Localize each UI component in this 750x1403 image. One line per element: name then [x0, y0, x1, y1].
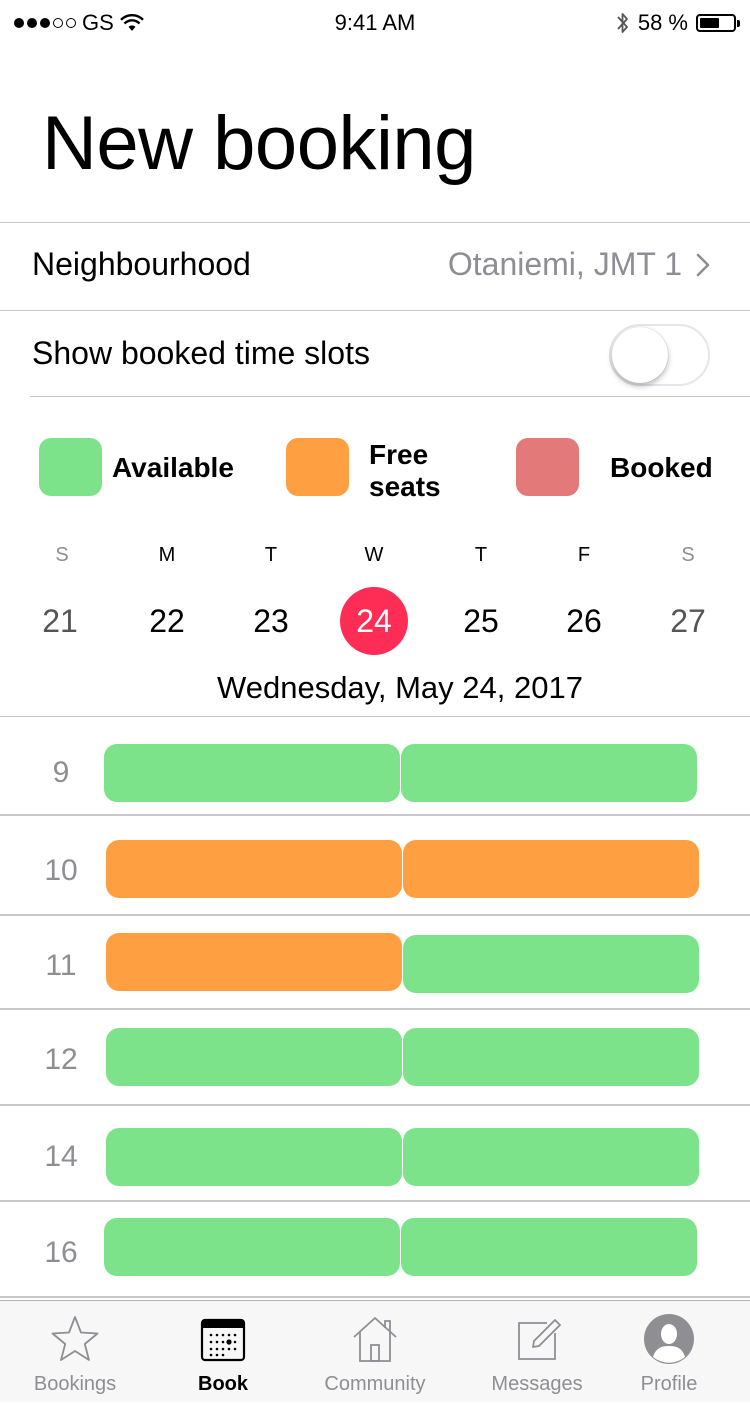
weekday-label: S	[55, 544, 69, 566]
time-slot-available[interactable]	[403, 1128, 699, 1186]
hour-label: 10	[44, 854, 78, 887]
day-number[interactable]: 26	[549, 603, 619, 640]
weekday-label: S	[681, 544, 695, 566]
selected-date-heading: Wednesday, May 24, 2017	[217, 670, 583, 705]
calendar-icon	[200, 1318, 246, 1362]
time-slot-available[interactable]	[104, 1218, 400, 1276]
battery-group: 58 %	[616, 10, 740, 36]
show-booked-toggle[interactable]	[609, 324, 710, 386]
selected-day[interactable]: 24	[339, 603, 409, 640]
divider	[0, 716, 750, 717]
neighbourhood-label: Neighbourhood	[32, 246, 251, 282]
weekday-label: T	[264, 544, 278, 566]
time-slot-available[interactable]	[401, 744, 697, 802]
day-number[interactable]: 21	[25, 603, 95, 640]
time-slot-free-seats[interactable]	[106, 840, 402, 898]
tab-bookings[interactable]: Bookings	[0, 1301, 150, 1403]
hour-label: 11	[45, 949, 77, 982]
hour-label: 14	[44, 1140, 78, 1173]
divider	[0, 310, 750, 311]
battery-percent: 58 %	[637, 10, 688, 35]
day-number[interactable]: 25	[446, 603, 516, 640]
time-slot-free-seats[interactable]	[403, 840, 699, 898]
weekday-label: T	[474, 544, 488, 566]
row-separator	[0, 1008, 750, 1010]
tab-bookings-label: Bookings	[33, 1373, 117, 1395]
legend-booked-label: Booked	[610, 452, 713, 483]
row-separator	[0, 1200, 750, 1202]
tab-bar: Bookings Book Community Messages Profile	[0, 1300, 750, 1402]
page-title: New booking	[42, 101, 476, 186]
day-number[interactable]: 23	[236, 603, 306, 640]
weekday-label: M	[158, 544, 176, 566]
time-slot-available[interactable]	[401, 1218, 697, 1276]
tab-community[interactable]: Community	[300, 1301, 450, 1403]
weekday-label: W	[364, 544, 384, 566]
time-slot-free-seats[interactable]	[106, 933, 402, 991]
legend-available-label: Available	[112, 452, 234, 483]
house-icon	[353, 1317, 397, 1362]
status-bar: GS 9:41 AM 58 %	[0, 0, 750, 48]
hour-label: 16	[44, 1236, 78, 1269]
neighbourhood-value: Otaniemi, JMT 1	[447, 246, 682, 282]
free-seats-swatch	[286, 438, 349, 496]
day-number[interactable]: 22	[132, 603, 202, 640]
tab-book-label: Book	[198, 1373, 248, 1395]
compose-icon	[518, 1319, 561, 1360]
time-slot-available[interactable]	[104, 744, 400, 802]
tab-profile-label: Profile	[640, 1373, 698, 1395]
row-separator	[0, 914, 750, 916]
tab-community-label: Community	[324, 1373, 426, 1395]
time-slot-available[interactable]	[403, 935, 699, 993]
time-slot-available[interactable]	[106, 1128, 402, 1186]
tab-messages[interactable]: Messages	[462, 1301, 612, 1403]
row-separator	[0, 1296, 750, 1298]
chevron-right-icon	[696, 253, 710, 277]
row-separator	[0, 1104, 750, 1106]
bluetooth-icon	[617, 13, 628, 33]
available-swatch	[39, 438, 102, 496]
booked-swatch	[516, 438, 579, 496]
tab-messages-label: Messages	[491, 1373, 583, 1395]
hour-label: 9	[52, 756, 70, 789]
star-icon	[51, 1316, 99, 1361]
tab-book[interactable]: Book	[148, 1301, 298, 1403]
hour-label: 12	[44, 1043, 78, 1076]
time-slot-available[interactable]	[106, 1028, 402, 1086]
row-separator	[0, 814, 750, 816]
divider	[30, 396, 750, 397]
show-booked-label: Show booked time slots	[32, 335, 370, 371]
person-icon	[644, 1314, 694, 1364]
time-slot-available[interactable]	[403, 1028, 699, 1086]
toggle-knob	[612, 327, 668, 383]
battery-icon	[696, 14, 740, 32]
day-number[interactable]: 27	[653, 603, 723, 640]
tab-profile[interactable]: Profile	[594, 1301, 744, 1403]
weekday-label: F	[577, 544, 591, 566]
legend-free-seats-label: Free seats	[369, 439, 441, 502]
